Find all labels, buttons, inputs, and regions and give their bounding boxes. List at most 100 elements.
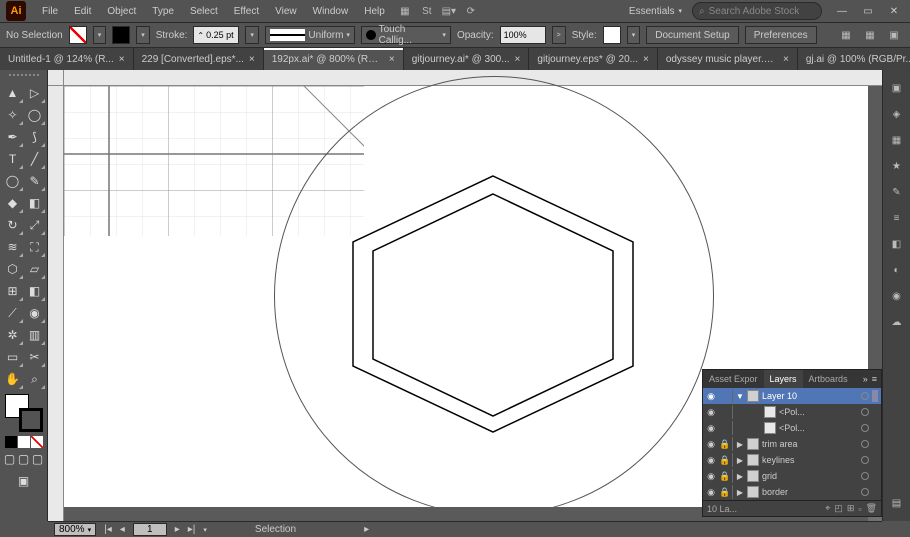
- locate-layer-icon[interactable]: ⌖: [825, 503, 830, 514]
- stroke-panel-icon[interactable]: ≡: [887, 208, 907, 228]
- layers-tab[interactable]: Layers: [764, 370, 803, 388]
- target-icon[interactable]: [861, 488, 869, 496]
- document-tab[interactable]: Untitled-1 @ 124% (R...×: [0, 48, 134, 70]
- layer-name[interactable]: border: [762, 487, 858, 497]
- new-layer-icon[interactable]: ▫: [858, 504, 861, 514]
- document-setup-button[interactable]: Document Setup: [646, 26, 739, 44]
- transparency-icon[interactable]: ◐: [887, 260, 907, 280]
- close-tab-icon[interactable]: ×: [643, 54, 649, 65]
- swatches-icon[interactable]: ▦: [887, 130, 907, 150]
- appearance-icon[interactable]: ◉: [887, 286, 907, 306]
- artboard-tool[interactable]: ▭: [2, 346, 24, 368]
- color-icon[interactable]: ◈: [887, 104, 907, 124]
- document-tab[interactable]: gitjourney.ai* @ 300...×: [404, 48, 530, 70]
- status-dropdown-icon[interactable]: ▸: [364, 524, 369, 535]
- visibility-icon[interactable]: ◉: [706, 439, 716, 450]
- profile-dropdown[interactable]: Uniform▾: [265, 26, 355, 44]
- menu-file[interactable]: File: [34, 4, 66, 19]
- document-tab[interactable]: 192px.ai* @ 800% (RGB/Preview)×: [264, 48, 404, 70]
- stroke-swatch[interactable]: [112, 26, 130, 44]
- style-dropdown[interactable]: ▾: [627, 26, 641, 44]
- layer-name[interactable]: trim area: [762, 439, 858, 449]
- asset-export-tab[interactable]: Asset Expor: [703, 370, 764, 388]
- expand-icon[interactable]: ▼: [736, 392, 744, 401]
- artboard-prev-first-icon[interactable]: |◂: [104, 524, 112, 535]
- close-tab-icon[interactable]: ×: [119, 54, 125, 65]
- zoom-field[interactable]: 800% ▾: [54, 523, 96, 536]
- search-adobe-stock[interactable]: ⌕ Search Adobe Stock: [692, 2, 822, 20]
- stroke-dropdown[interactable]: ▾: [136, 26, 150, 44]
- expand-icon[interactable]: ▶: [736, 488, 744, 497]
- pen-tool[interactable]: ✒: [2, 126, 24, 148]
- layer-name[interactable]: Layer 10: [762, 391, 858, 401]
- expand-icon[interactable]: ▶: [736, 456, 744, 465]
- blend-tool[interactable]: ◉: [24, 302, 46, 324]
- ruler-origin[interactable]: [48, 70, 64, 86]
- target-icon[interactable]: [861, 424, 869, 432]
- opacity-field[interactable]: 100%: [500, 26, 546, 44]
- expand-icon[interactable]: ▶: [736, 472, 744, 481]
- direct-selection-tool[interactable]: ▷: [24, 82, 46, 104]
- slice-tool[interactable]: ✂: [24, 346, 46, 368]
- line-segment-tool[interactable]: ╱: [24, 148, 46, 170]
- draw-behind-mode[interactable]: ▢: [17, 452, 31, 466]
- color-mode[interactable]: [5, 436, 17, 448]
- expand-icon[interactable]: ▶: [736, 440, 744, 449]
- fill-swatch[interactable]: [69, 26, 87, 44]
- gradient-icon[interactable]: ◧: [887, 234, 907, 254]
- shape-builder-tool[interactable]: ⬡: [2, 258, 24, 280]
- artboard-next-last-icon[interactable]: ▸|: [188, 524, 196, 535]
- column-graph-tool[interactable]: ▥: [24, 324, 46, 346]
- menu-view[interactable]: View: [267, 4, 305, 19]
- target-icon[interactable]: [861, 392, 869, 400]
- properties-icon[interactable]: ▣: [887, 78, 907, 98]
- visibility-icon[interactable]: ◉: [706, 455, 716, 466]
- artboard-number-field[interactable]: 1: [133, 523, 167, 536]
- stroke-weight-field[interactable]: ⌃0.25 pt: [193, 26, 239, 44]
- layer-name[interactable]: grid: [762, 471, 858, 481]
- shaper-tool[interactable]: ◆: [2, 192, 24, 214]
- layer-name[interactable]: <Pol...: [779, 423, 858, 433]
- target-icon[interactable]: [861, 456, 869, 464]
- layers-dock-icon[interactable]: ▤: [887, 493, 907, 513]
- maximize-button[interactable]: ▭: [858, 4, 878, 18]
- lock-icon[interactable]: 🔒: [719, 487, 729, 498]
- close-tab-icon[interactable]: ×: [389, 54, 395, 65]
- lasso-tool[interactable]: ◯: [24, 104, 46, 126]
- scale-tool[interactable]: ⤢: [24, 214, 46, 236]
- curvature-pen-tool[interactable]: ⟆: [24, 126, 46, 148]
- align-icon[interactable]: ▦: [836, 26, 856, 44]
- lock-icon[interactable]: 🔒: [719, 471, 729, 482]
- selection-tool[interactable]: ▲: [2, 82, 24, 104]
- menu-help[interactable]: Help: [356, 4, 393, 19]
- make-clip-icon[interactable]: ◰: [834, 503, 843, 514]
- menu-type[interactable]: Type: [144, 4, 182, 19]
- visibility-icon[interactable]: ◉: [706, 407, 716, 418]
- close-button[interactable]: ✕: [884, 4, 904, 18]
- artboards-tab[interactable]: Artboards: [803, 370, 854, 388]
- symbols-icon[interactable]: ★: [887, 156, 907, 176]
- bridge-icon[interactable]: ▦: [395, 2, 415, 20]
- ellipse-tool[interactable]: ◯: [2, 170, 24, 192]
- stock-icon[interactable]: St: [417, 2, 437, 20]
- close-tab-icon[interactable]: ×: [249, 54, 255, 65]
- none-mode[interactable]: [31, 436, 43, 448]
- width-tool[interactable]: ≋: [2, 236, 24, 258]
- visibility-icon[interactable]: ◉: [706, 391, 716, 402]
- free-transform-tool[interactable]: ⛶: [24, 236, 46, 258]
- target-icon[interactable]: [861, 408, 869, 416]
- panel-collapse-icon[interactable]: »: [863, 374, 868, 384]
- menu-edit[interactable]: Edit: [66, 4, 99, 19]
- document-tab[interactable]: gj.ai @ 100% (RGB/Pr...: [798, 48, 910, 70]
- artboard-next-icon[interactable]: ▸: [175, 524, 180, 535]
- visibility-icon[interactable]: ◉: [706, 423, 716, 434]
- hand-tool[interactable]: ✋: [2, 368, 24, 390]
- visibility-icon[interactable]: ◉: [706, 487, 716, 498]
- delete-layer-icon[interactable]: 🗑: [866, 503, 877, 514]
- gradient-tool[interactable]: ◧: [24, 280, 46, 302]
- target-icon[interactable]: [861, 440, 869, 448]
- menu-object[interactable]: Object: [99, 4, 144, 19]
- style-swatch[interactable]: [603, 26, 621, 44]
- panel-menu-icon[interactable]: ≡: [872, 374, 877, 384]
- workspace-switcher[interactable]: Essentials▾: [621, 6, 690, 17]
